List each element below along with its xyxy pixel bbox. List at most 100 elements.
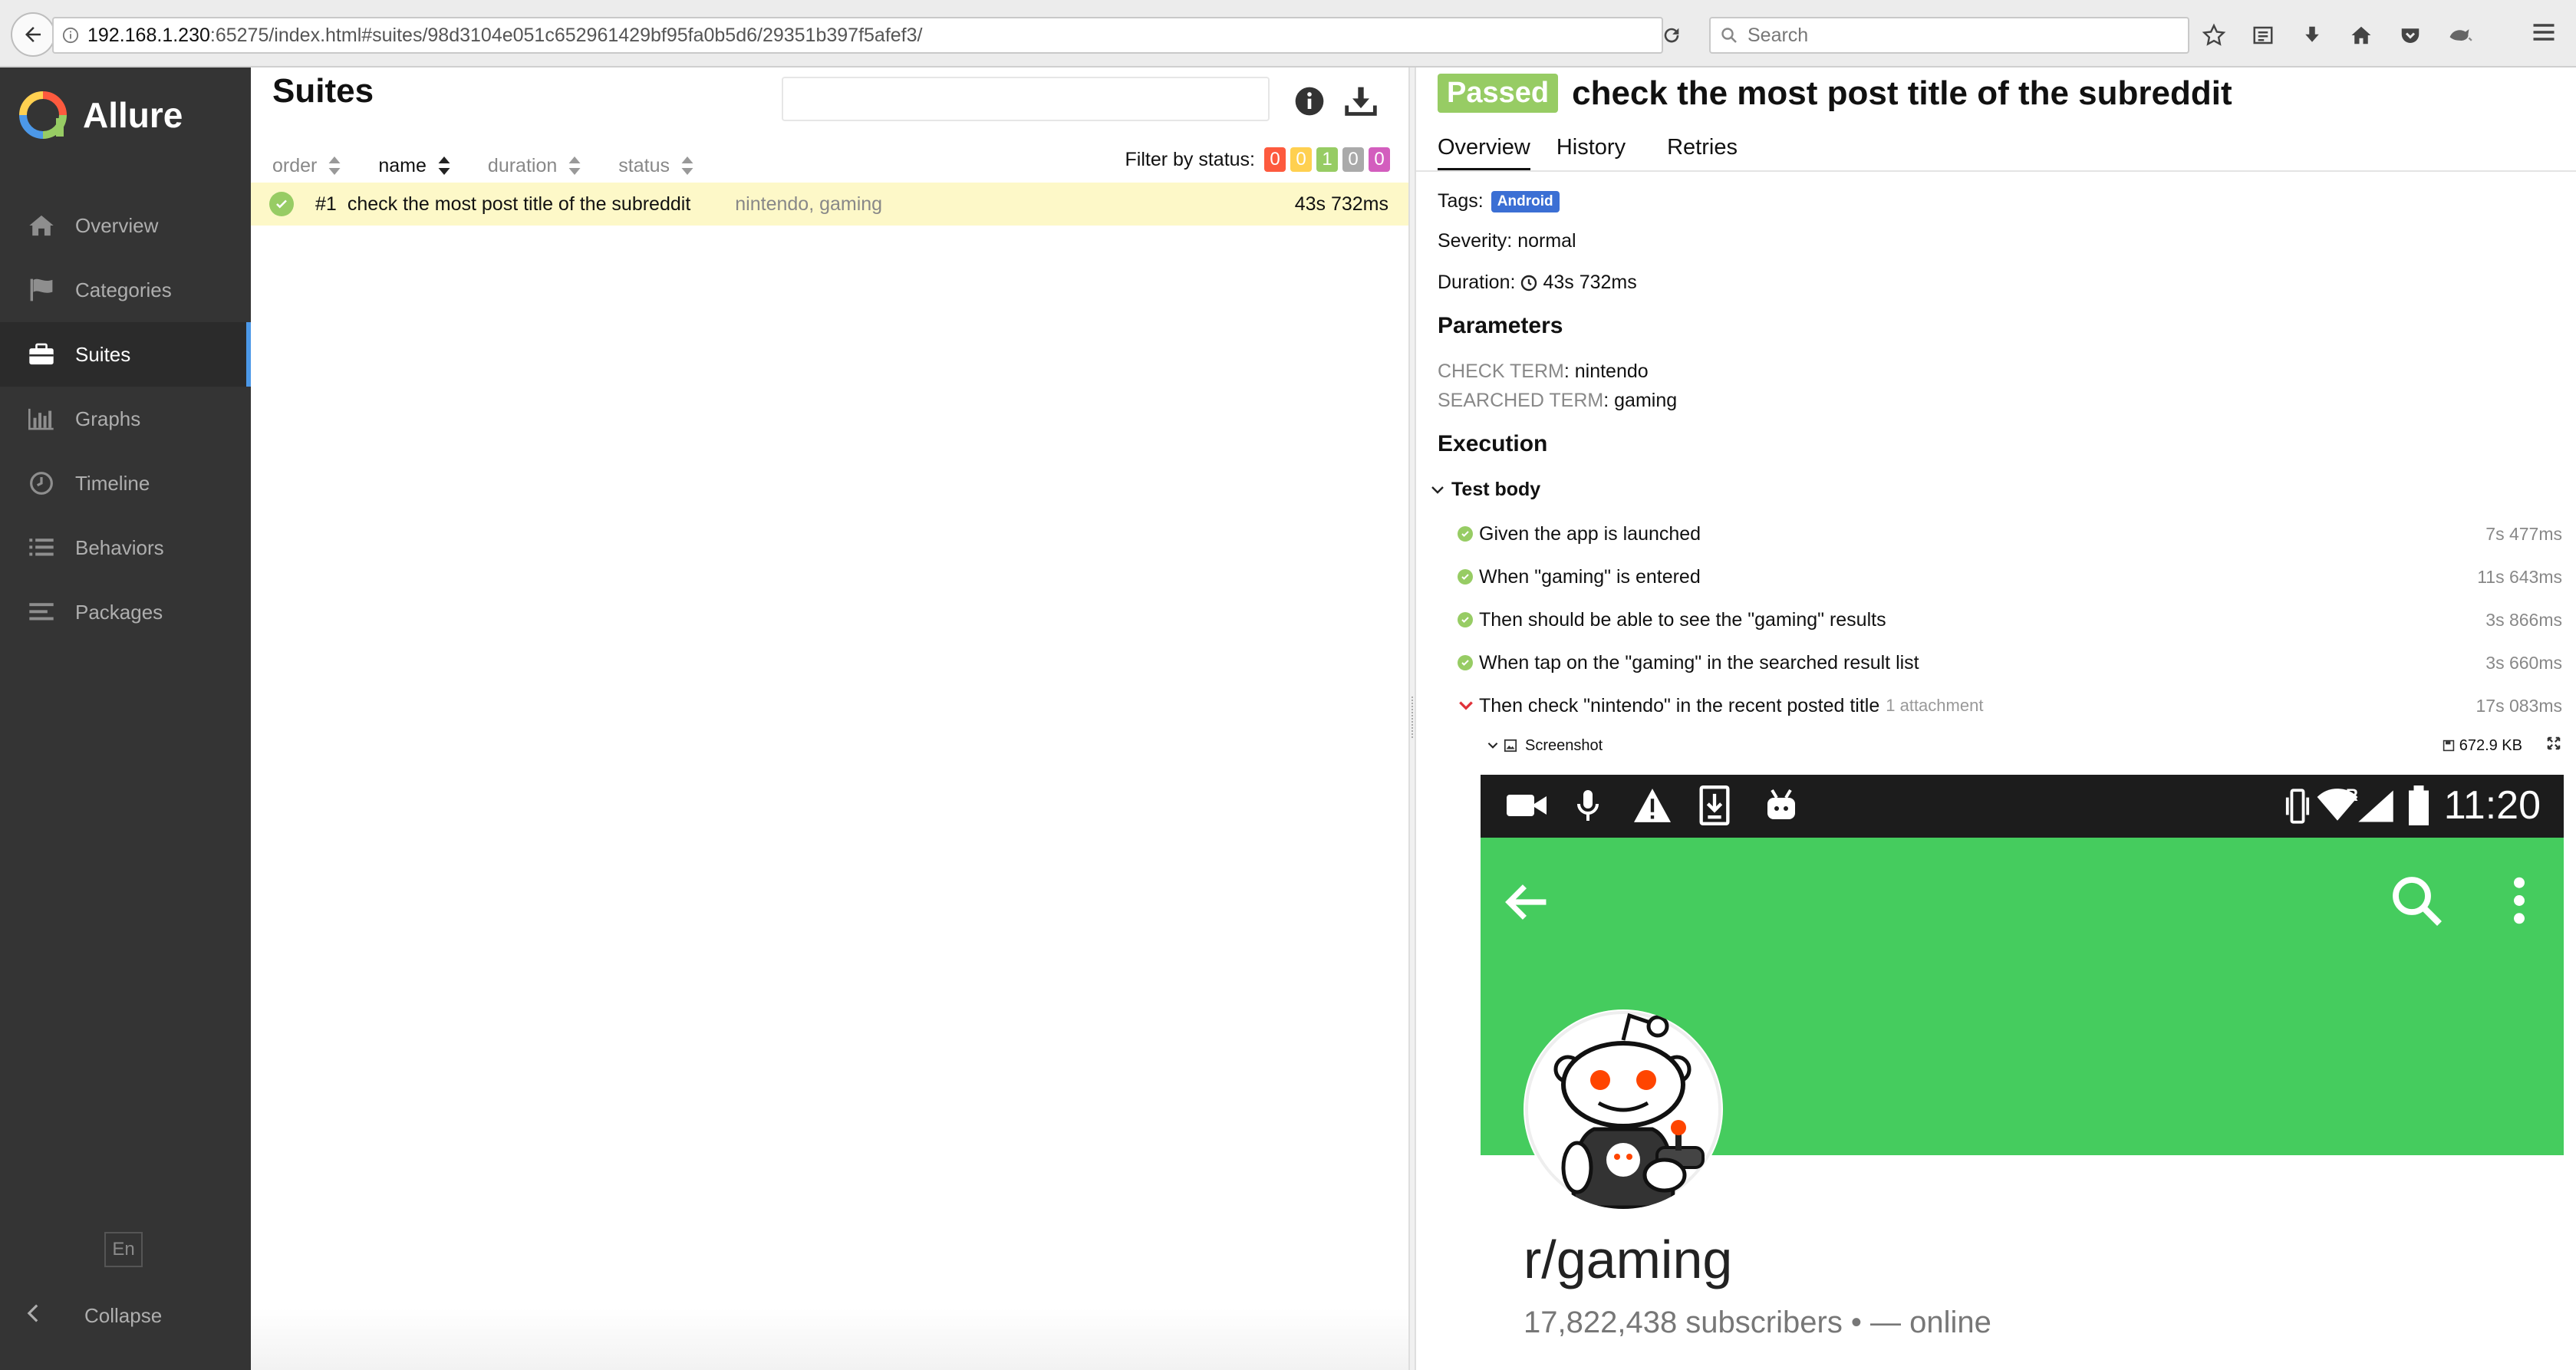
- brand-name: Allure: [83, 95, 183, 135]
- sidebar-item-overview[interactable]: Overview: [0, 193, 251, 258]
- sidebar-item-packages[interactable]: Packages: [0, 580, 251, 644]
- android-robot-icon: [1767, 789, 1795, 819]
- column-label: name: [378, 154, 427, 176]
- sidebar-item-behaviors[interactable]: Behaviors: [0, 515, 251, 580]
- pocket-icon[interactable]: [2396, 21, 2424, 49]
- step-text: Then should be able to see the "gaming" …: [1479, 608, 1886, 631]
- passed-count-toggle[interactable]: 1: [1316, 147, 1338, 172]
- toolbar-icons: [2200, 15, 2473, 55]
- sidebar-nav: Overview Categories Suites Graphs Timeli…: [0, 193, 251, 644]
- column-label: status: [618, 154, 670, 176]
- download-report-button[interactable]: [1344, 84, 1378, 118]
- step-row[interactable]: When "gaming" is entered 11s 643ms: [1458, 562, 2562, 592]
- table-row[interactable]: #1 check the most post title of the subr…: [251, 183, 1408, 226]
- collapse-button[interactable]: Collapse: [26, 1303, 162, 1329]
- step-row[interactable]: Given the app is launched 7s 477ms: [1458, 519, 2562, 549]
- search-icon: [1721, 28, 1737, 43]
- sidebar-item-label: Packages: [75, 600, 163, 624]
- test-detail-pane: Passed check the most post title of the …: [1416, 68, 2576, 1370]
- attachment-size-value: 672.9 KB: [2459, 736, 2522, 754]
- brand[interactable]: Allure: [18, 91, 183, 140]
- parameter-key: CHECK TERM: [1438, 361, 1564, 382]
- column-name[interactable]: name: [378, 155, 451, 177]
- subreddit-name: r/gaming: [1524, 1230, 1733, 1289]
- warning-icon: [1634, 789, 1671, 822]
- list-icon: [25, 531, 58, 565]
- test-body-toggle[interactable]: Test body: [1430, 479, 1540, 501]
- sidebar-item-label: Timeline: [75, 471, 150, 495]
- expand-icon[interactable]: [2547, 736, 2561, 755]
- browser-toolbar: 192.168.1.230:65275/index.html#suites/98…: [0, 0, 2576, 68]
- column-order[interactable]: order: [272, 155, 341, 177]
- test-body-label: Test body: [1451, 479, 1541, 500]
- tab-history[interactable]: History: [1556, 126, 1626, 172]
- step-duration: 3s 866ms: [2485, 609, 2562, 630]
- sidebar-item-timeline[interactable]: Timeline: [0, 451, 251, 515]
- chevron-down-icon: [1431, 486, 1444, 494]
- severity-row: Severity: normal: [1438, 230, 1576, 252]
- step-row-expanded[interactable]: Then check "nintendo" in the recent post…: [1458, 690, 2562, 721]
- home-browser-icon[interactable]: [2347, 21, 2375, 49]
- hamburger-icon: [2533, 24, 2555, 41]
- tab-overview[interactable]: Overview: [1438, 126, 1530, 172]
- broken-count-toggle[interactable]: 0: [1290, 147, 1312, 172]
- detail-header: Passed check the most post title of the …: [1438, 74, 2232, 113]
- screenshot-attachment: R 11:20 r/gaming 17,822,438 subscribers …: [1481, 775, 2564, 1370]
- step-text: When tap on the "gaming" in the searched…: [1479, 651, 1919, 673]
- battery-icon: [2409, 785, 2429, 825]
- column-duration[interactable]: duration: [488, 155, 581, 177]
- pane-splitter[interactable]: [1408, 68, 1416, 1370]
- row-duration: 43s 732ms: [1294, 193, 1388, 215]
- unknown-count-toggle[interactable]: 0: [1369, 147, 1390, 172]
- chevron-left-icon: [26, 1303, 49, 1329]
- tag-badge: Android: [1491, 190, 1560, 212]
- home-icon: [25, 209, 58, 242]
- step-row[interactable]: Then should be able to see the "gaming" …: [1458, 604, 2562, 635]
- sidebar-item-graphs[interactable]: Graphs: [0, 387, 251, 451]
- info-button[interactable]: [1294, 86, 1325, 117]
- step-row[interactable]: When tap on the "gaming" in the searched…: [1458, 647, 2562, 678]
- step-text: Then check "nintendo" in the recent post…: [1479, 694, 1880, 716]
- briefcase-icon: [25, 338, 58, 371]
- sidebar-item-categories[interactable]: Categories: [0, 258, 251, 322]
- bookmark-star-icon[interactable]: [2200, 21, 2228, 49]
- splitter-grip[interactable]: [1412, 697, 1415, 738]
- skipped-count-toggle[interactable]: 0: [1342, 147, 1364, 172]
- browser-search[interactable]: Search: [1709, 17, 2189, 54]
- cell-signal-icon: [2358, 790, 2393, 822]
- passed-check-icon: [269, 192, 294, 216]
- status-badge: Passed: [1438, 74, 1559, 113]
- parameter-value: nintendo: [1574, 361, 1649, 382]
- subreddit-stats: 17,822,438 subscribers • — online: [1524, 1306, 1991, 1339]
- reading-list-icon[interactable]: [2249, 21, 2277, 49]
- address-bar[interactable]: 192.168.1.230:65275/index.html#suites/98…: [52, 17, 1663, 54]
- sort-icon: [681, 156, 693, 175]
- step-text: Given the app is launched: [1479, 522, 1701, 545]
- url-host: 192.168.1.230: [87, 24, 210, 46]
- collapse-label: Collapse: [84, 1304, 163, 1327]
- failed-count-toggle[interactable]: 0: [1264, 147, 1286, 172]
- sidebar-item-suites[interactable]: Suites: [0, 322, 251, 387]
- tab-retries[interactable]: Retries: [1667, 126, 1738, 172]
- tabs-divider: [1416, 170, 2576, 172]
- language-switch[interactable]: En: [104, 1232, 143, 1267]
- extension-icon[interactable]: [2446, 21, 2473, 49]
- flag-icon: [25, 273, 58, 307]
- parameter-row: CHECK TERM: nintendo: [1438, 361, 1649, 382]
- back-button[interactable]: [11, 12, 55, 57]
- detail-tabs: Overview History Retries: [1438, 126, 1779, 172]
- search-icon: [2393, 877, 2442, 926]
- tags-row: Tags: Android: [1438, 190, 1560, 212]
- column-status[interactable]: status: [618, 155, 694, 177]
- video-camera-icon: [1507, 795, 1547, 816]
- download-icon[interactable]: [2298, 21, 2326, 49]
- attachment-header[interactable]: Screenshot 672.9 KB: [1487, 732, 2564, 759]
- step-duration: 7s 477ms: [2485, 523, 2562, 544]
- suites-search-input[interactable]: [782, 77, 1270, 121]
- status-filter: Filter by status: 0 0 1 0 0: [1125, 147, 1390, 172]
- reload-button[interactable]: [1649, 17, 1694, 54]
- info-icon[interactable]: [54, 27, 87, 44]
- attachment-name: Screenshot: [1525, 736, 1603, 754]
- duration-label: Duration:: [1438, 272, 1516, 293]
- browser-menu-button[interactable]: [2530, 18, 2561, 49]
